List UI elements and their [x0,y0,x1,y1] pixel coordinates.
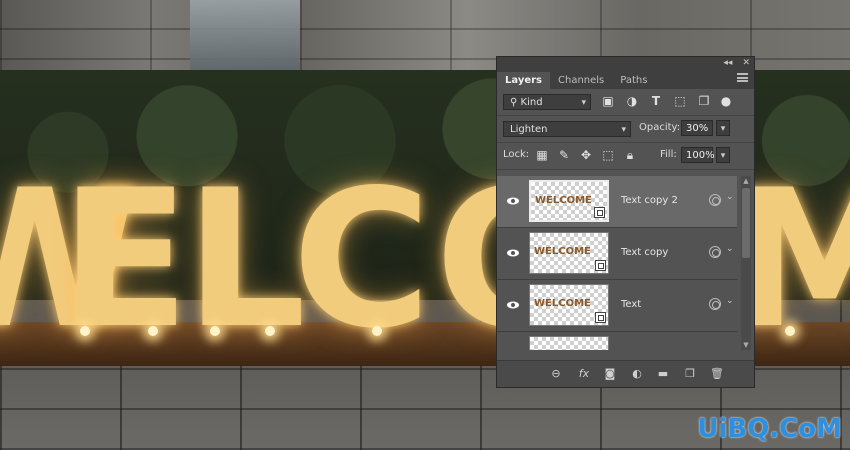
tab-paths[interactable]: Paths [612,72,655,89]
lock-move-icon[interactable]: ✥ [579,148,593,162]
smart-object-icon [594,207,605,218]
filter-type-icon[interactable]: T [649,94,663,108]
layer-effects-icon[interactable] [709,246,721,258]
base-bulb [148,326,158,336]
layer-text[interactable]: WELCOME Text ⌄ [497,280,737,332]
filter-pixel-icon[interactable]: ▣ [601,94,615,108]
eye-icon[interactable] [506,194,520,208]
panel-menu-icon[interactable] [737,73,748,82]
filter-kind-label: Kind [520,97,543,108]
link-layers-icon[interactable]: ⊖ [549,367,563,381]
watermark-logo: UiBQ.CoM [697,414,842,444]
collapse-icon[interactable]: ◂◂ [723,58,732,68]
layers-panel: ◂◂ ✕ Layers Channels Paths ⚲ Kind ▾ ▣ ◑ … [496,56,755,388]
lock-all-icon[interactable]: 🔒︎ [623,148,637,162]
search-icon: ⚲ [510,97,521,108]
close-icon[interactable]: ✕ [742,58,750,68]
fx-icon[interactable]: fx [577,367,591,381]
blend-mode-value: Lighten [510,124,548,135]
layer-effects-icon[interactable] [709,194,721,206]
base-bulb [265,326,275,336]
panel-header-bar: ◂◂ ✕ [497,57,754,69]
chevron-down-icon: ▾ [621,125,626,135]
layer-effects-icon[interactable] [709,298,721,310]
opacity-dropdown-icon[interactable]: ▾ [716,120,730,136]
filter-kind-select[interactable]: ⚲ Kind ▾ [503,94,591,110]
filter-row: ⚲ Kind ▾ ▣ ◑ T ⬚ ❐ ● [497,89,754,116]
layer-e[interactable]: E [497,332,737,350]
chevron-down-icon: ▾ [581,98,586,108]
layer-name[interactable]: Text [621,299,641,310]
chevron-down-icon[interactable]: ⌄ [726,296,734,306]
letter-c: C [292,149,431,370]
layer-text-copy[interactable]: WELCOME Text copy ⌄ [497,228,737,280]
layer-thumbnail: WELCOME [529,232,609,274]
base-bulb [80,326,90,336]
layer-thumbnail: WELCOME [529,180,609,222]
lock-artboard-icon[interactable]: ⬚ [601,148,615,162]
new-group-icon[interactable]: ▬ [656,367,670,381]
panel-bottom-toolbar: ⊖ fx ◙ ◐ ▬ ❐ 🗑︎ [497,360,754,387]
thumbnail-text: WELCOME [534,246,591,257]
eye-icon[interactable] [506,298,520,312]
fill-dropdown-icon[interactable]: ▾ [716,147,730,163]
filter-smart-object-icon[interactable]: ❐ [697,94,711,108]
add-mask-icon[interactable]: ◙ [603,367,617,381]
trash-icon[interactable]: 🗑︎ [710,367,724,381]
opacity-input[interactable]: 30% [681,120,713,136]
smart-object-icon [595,260,606,271]
layer-thumbnail: WELCOME [529,284,609,326]
fill-input[interactable]: 100% [681,147,715,163]
thumbnail-text: WELCOME [535,195,592,206]
thumbnail-text: WELCOME [534,298,591,309]
filter-shape-icon[interactable]: ⬚ [673,94,687,108]
lock-label: Lock: [503,149,530,160]
filter-toggle-icon[interactable]: ● [719,94,733,108]
layer-name[interactable]: Text copy [621,247,668,258]
base-bulb [785,326,795,336]
base-bulb [210,326,220,336]
tab-layers[interactable]: Layers [497,72,550,89]
blend-mode-select[interactable]: Lighten ▾ [503,121,631,137]
layers-list: WELCOME Text copy 2 ⌄ WELCOME Text copy … [497,176,737,350]
lock-row: Lock: ▦ ✎ ✥ ⬚ 🔒︎ Fill: 100% ▾ [497,143,754,170]
letter-e: E [60,149,190,370]
letter-l: L [185,149,306,370]
blend-row: Lighten ▾ Opacity: 30% ▾ [497,116,754,143]
layer-name[interactable]: Text copy 2 [621,195,678,206]
adjustment-layer-icon[interactable]: ◐ [630,367,644,381]
base-bulb [372,326,382,336]
chevron-down-icon[interactable]: ⌄ [726,244,734,254]
scroll-thumb[interactable] [742,188,750,258]
smart-object-icon [595,312,606,323]
fill-label: Fill: [660,149,677,160]
tab-channels[interactable]: Channels [550,72,612,89]
lock-transparency-icon[interactable]: ▦ [535,148,549,162]
opacity-label: Opacity: [639,122,681,133]
scroll-up-icon[interactable]: ▲ [741,176,751,186]
layer-thumbnail [529,336,609,350]
layers-scrollbar[interactable]: ▲ ▼ [741,176,751,350]
filter-adjustment-icon[interactable]: ◑ [625,94,639,108]
lock-brush-icon[interactable]: ✎ [557,148,571,162]
chevron-down-icon[interactable]: ⌄ [726,192,734,202]
panel-tabs: Layers Channels Paths [497,69,754,89]
eye-icon[interactable] [506,246,520,260]
layer-text-copy-2[interactable]: WELCOME Text copy 2 ⌄ [497,176,737,228]
fountain [190,0,300,70]
scroll-down-icon[interactable]: ▼ [741,340,751,350]
new-layer-icon[interactable]: ❐ [683,367,697,381]
